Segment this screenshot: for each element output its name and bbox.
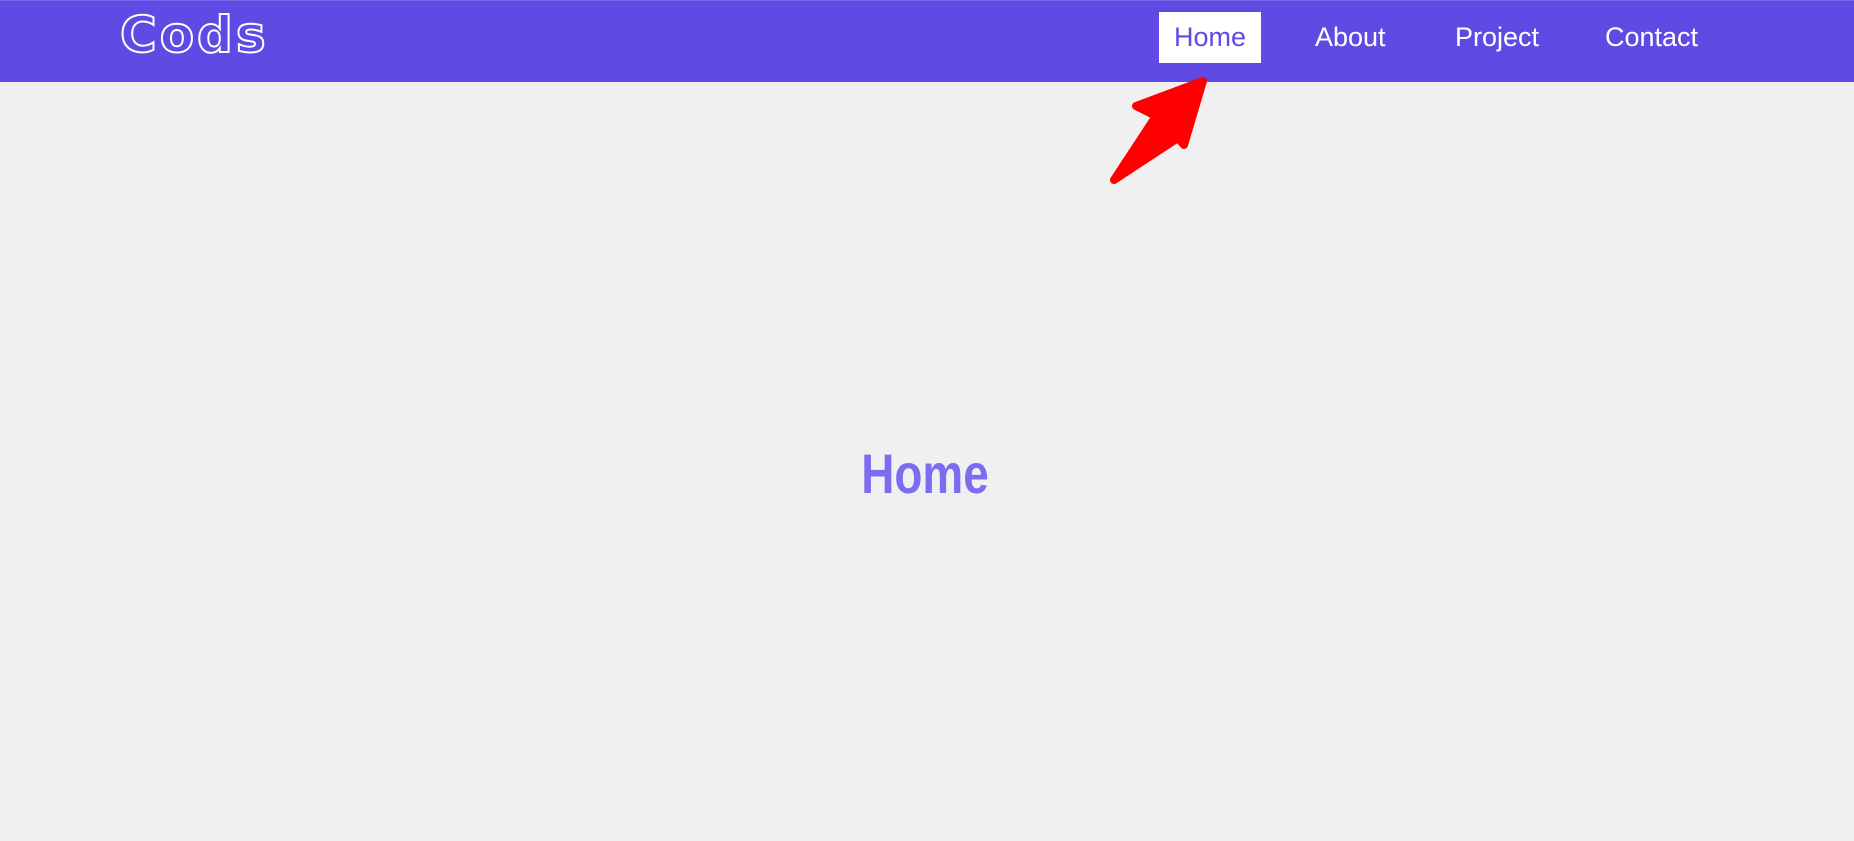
red-arrow-icon [1110, 77, 1207, 184]
page-title: Home [861, 441, 989, 505]
top-navbar: Cods Home About Project Contact [0, 0, 1854, 82]
nav-link-home[interactable]: Home [1159, 12, 1262, 63]
nav-link-project[interactable]: Project [1455, 12, 1539, 63]
nav-link-contact[interactable]: Contact [1605, 12, 1698, 63]
nav-link-about[interactable]: About [1315, 12, 1386, 63]
site-logo[interactable]: Cods [119, 6, 269, 64]
